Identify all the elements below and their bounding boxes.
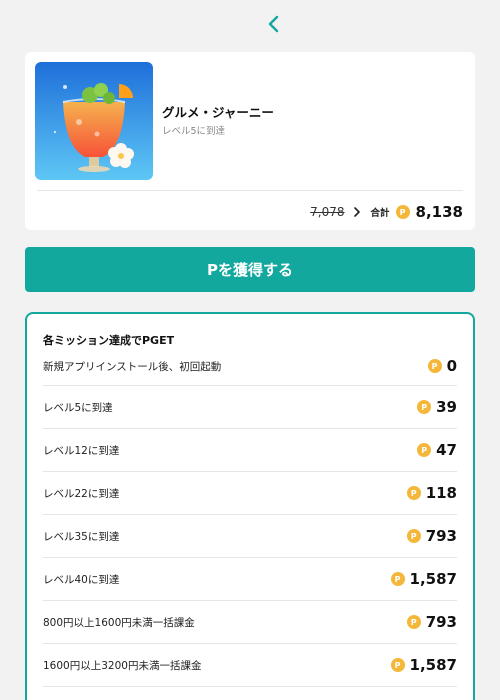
mission-row: レベル22に到達 P 118 [43, 472, 457, 515]
mission-row: 800円以上1600円未満一括課金 P 793 [43, 601, 457, 644]
mission-points: 39 [436, 398, 457, 416]
mission-reward: P 47 [417, 441, 457, 459]
mission-label: 800円以上1600円未満一括課金 [43, 616, 195, 629]
mission-row: レベル5に到達 P 39 [43, 386, 457, 429]
mission-row: レベル35に到達 P 793 [43, 515, 457, 558]
total-label: 合計 [370, 208, 390, 219]
chevron-right-icon [353, 206, 361, 218]
total-value: 8,138 [415, 203, 463, 221]
point-coin-icon: P [406, 486, 421, 500]
mission-reward: P 793 [406, 527, 457, 545]
price-row: 7,078 合計 P 8,138 [310, 201, 463, 223]
point-coin-icon: P [390, 658, 405, 672]
app-icon [35, 62, 153, 180]
mission-points: 0 [446, 357, 457, 375]
mission-label: レベル40に到達 [43, 573, 120, 586]
mission-row: 新規アプリインストール後、初回起動 P 0 [43, 347, 457, 386]
mission-row: レベル12に到達 P 47 [43, 429, 457, 472]
mission-label: レベル5に到達 [43, 401, 113, 414]
mission-reward: P 39 [417, 398, 457, 416]
mission-reward: P 0 [427, 357, 457, 375]
mission-label: 新規アプリインストール後、初回起動 [43, 360, 222, 373]
mission-reward: P 1,587 [390, 656, 457, 674]
app-subtitle: レベル5に到達 [162, 126, 226, 137]
old-price: 7,078 [310, 205, 345, 219]
point-coin-icon: P [390, 572, 405, 586]
back-button[interactable] [262, 12, 286, 36]
get-points-button[interactable]: Pを獲得する [25, 247, 475, 292]
mission-reward: P 118 [406, 484, 457, 502]
mission-points: 793 [425, 527, 457, 545]
mission-points: 1,587 [409, 570, 457, 588]
point-coin-icon: P [406, 529, 421, 543]
mission-label: レベル12に到達 [43, 444, 120, 457]
missions-panel: 各ミッション達成でPGET 新規アプリインストール後、初回起動 P 0 レベル5… [25, 312, 475, 700]
point-coin-icon: P [395, 205, 410, 219]
point-coin-icon: P [417, 443, 432, 457]
mission-label: 1600円以上3200円未満一括課金 [43, 659, 202, 672]
app-card: グルメ・ジャーニー レベル5に到達 7,078 合計 P 8,138 [25, 52, 475, 230]
mission-row: レベル40に到達 P 1,587 [43, 558, 457, 601]
mission-reward: P 1,587 [390, 570, 457, 588]
point-coin-icon: P [406, 615, 421, 629]
mission-reward: P 793 [406, 613, 457, 631]
mission-points: 47 [436, 441, 457, 459]
mission-row: 1600円以上3200円未満一括課金 P 1,587 [43, 644, 457, 687]
chevron-left-icon [268, 15, 279, 33]
mission-label: レベル22に到達 [43, 487, 120, 500]
mission-points: 118 [425, 484, 457, 502]
point-coin-icon: P [417, 400, 432, 414]
app-name: グルメ・ジャーニー [162, 105, 274, 120]
mission-label: レベル35に到達 [43, 530, 120, 543]
mission-points: 793 [425, 613, 457, 631]
point-coin-icon: P [427, 359, 442, 373]
mission-points: 1,587 [409, 656, 457, 674]
divider [37, 190, 463, 191]
